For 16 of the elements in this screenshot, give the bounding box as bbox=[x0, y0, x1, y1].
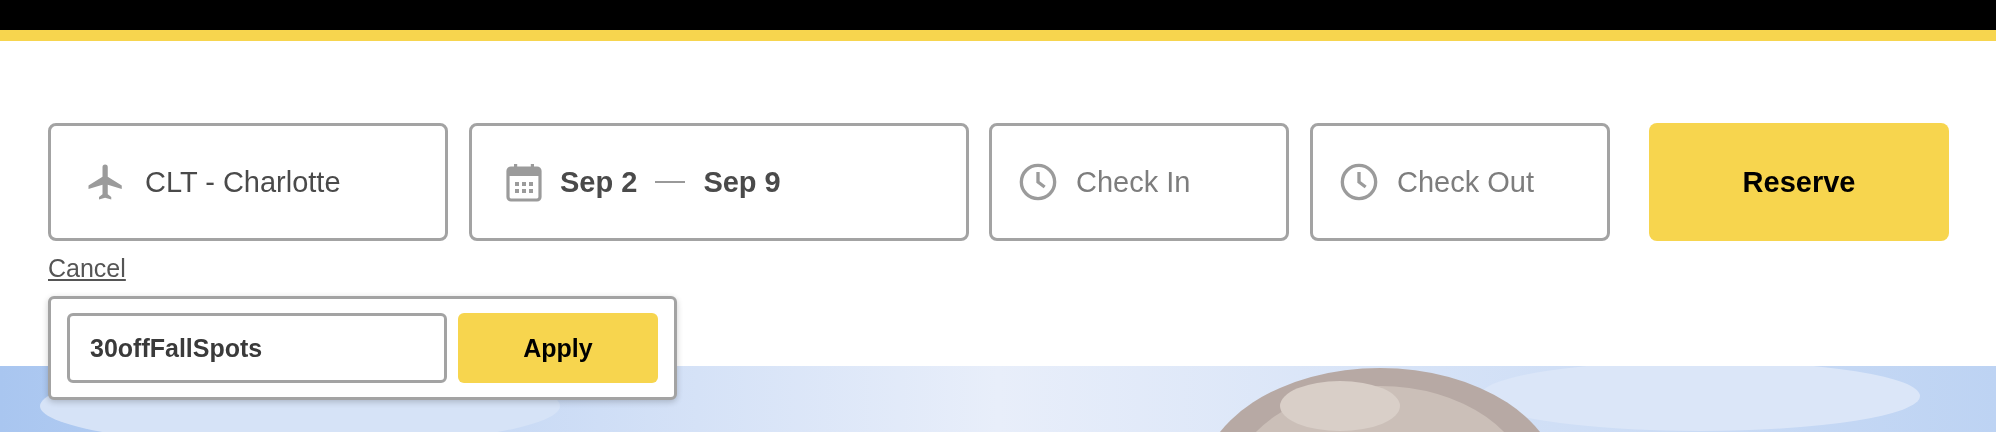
apply-button[interactable]: Apply bbox=[457, 313, 658, 383]
location-value: CLT - Charlotte bbox=[145, 165, 341, 199]
time-field[interactable]: Check In bbox=[989, 123, 1289, 241]
end-date: Sep 9 bbox=[703, 165, 781, 199]
time-field[interactable]: Check Out bbox=[1310, 123, 1610, 241]
clock-icon bbox=[1339, 162, 1379, 202]
cancel-link[interactable]: Cancel bbox=[48, 254, 126, 283]
time-placeholder: Check In bbox=[1076, 165, 1191, 199]
clock-icon bbox=[1018, 162, 1058, 202]
calendar-icon bbox=[506, 162, 542, 202]
time-placeholder: Check Out bbox=[1397, 165, 1534, 199]
reserve-button[interactable]: Reserve bbox=[1649, 123, 1949, 241]
date-range-field[interactable]: Sep 2 Sep 9 bbox=[469, 123, 969, 241]
location-field[interactable]: CLT - Charlotte bbox=[48, 123, 448, 241]
promo-code-field[interactable]: 30offFallSpots bbox=[67, 313, 447, 383]
start-date: Sep 2 bbox=[560, 165, 638, 199]
